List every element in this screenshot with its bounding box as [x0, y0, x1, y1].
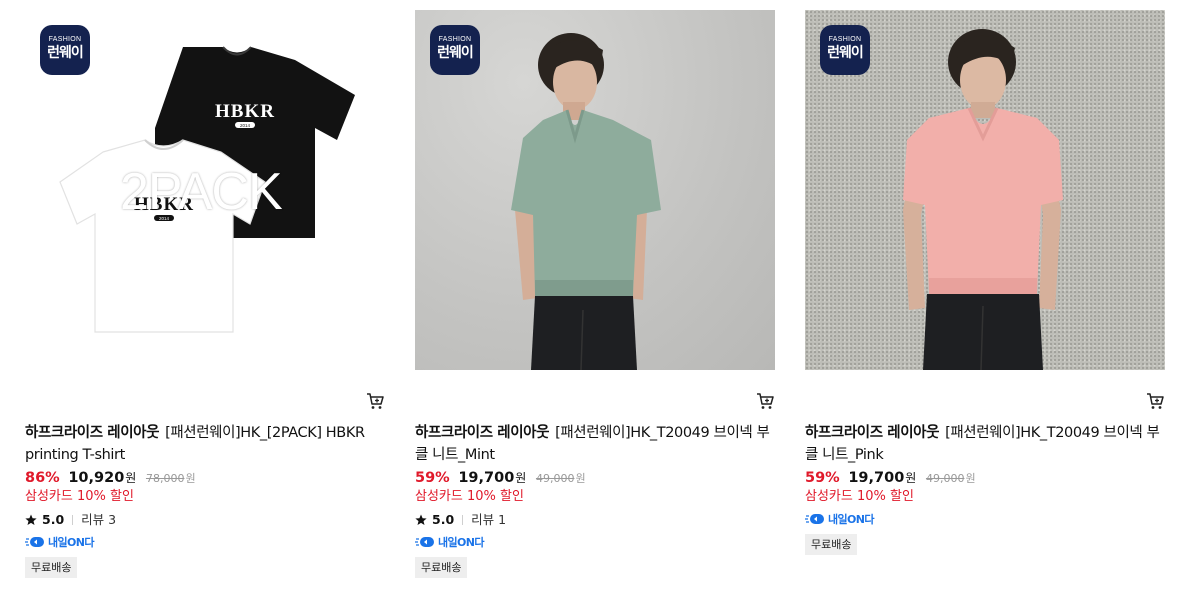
- discount-rate: 86%: [25, 470, 60, 486]
- product-card-3[interactable]: FASHION 런웨이 하프크라이즈 레이아웃 [패션런웨이]HK_T20049 …: [805, 10, 1165, 555]
- rating-score: 5.0: [42, 512, 65, 527]
- cart-icon[interactable]: [1145, 391, 1165, 411]
- sale-price-unit: 원: [125, 471, 137, 485]
- delivery-truck-icon: [415, 537, 434, 547]
- brand-name: 하프크라이즈 레이아웃: [415, 425, 550, 441]
- product-image[interactable]: HBKR 2014 HBKR 2014 2PACK FASHION 런웨이: [25, 10, 385, 370]
- sale-price-unit: 원: [515, 471, 527, 485]
- product-info: 하프크라이즈 레이아웃 [패션런웨이]HK_[2PACK] HBKR printi…: [25, 422, 385, 578]
- price-row: 59% 19,700원 49,000원: [805, 469, 1165, 487]
- free-shipping-badge: 무료배송: [805, 534, 858, 555]
- brand-name: 하프크라이즈 레이아웃: [805, 425, 940, 441]
- fashion-runway-badge: FASHION 런웨이: [430, 25, 480, 75]
- sale-price-unit: 원: [905, 471, 917, 485]
- product-title[interactable]: 하프크라이즈 레이아웃 [패션런웨이]HK_T20049 브이넥 부클 니트_Pi…: [805, 422, 1165, 466]
- original-price-unit: 원: [185, 472, 196, 485]
- card-promo: 삼성카드 10% 할인: [25, 489, 134, 504]
- sale-price: 10,920: [68, 470, 125, 486]
- sale-price: 19,700: [848, 470, 905, 486]
- divider: [462, 515, 464, 525]
- product-image[interactable]: FASHION 런웨이: [805, 10, 1165, 370]
- free-shipping-badge: 무료배송: [415, 557, 468, 578]
- price-row: 86% 10,920원 78,000원: [25, 469, 385, 487]
- cart-icon[interactable]: [365, 391, 385, 411]
- free-shipping-badge: 무료배송: [25, 557, 78, 578]
- rating-score: 5.0: [432, 512, 455, 527]
- image-overlay-text: 2PACK: [120, 163, 283, 221]
- delivery-tag: 내일ON다: [805, 512, 1165, 526]
- original-price: 78,000: [145, 472, 185, 485]
- product-image[interactable]: FASHION 런웨이: [415, 10, 775, 370]
- divider: [72, 515, 74, 525]
- price-row: 59% 19,700원 49,000원: [415, 469, 775, 487]
- card-promo: 삼성카드 10% 할인: [805, 489, 914, 504]
- print-text-back: HBKR: [215, 101, 275, 122]
- svg-text:2014: 2014: [240, 123, 251, 128]
- original-price: 49,000: [535, 472, 575, 485]
- product-title[interactable]: 하프크라이즈 레이아웃 [패션런웨이]HK_[2PACK] HBKR printi…: [25, 422, 385, 466]
- fashion-runway-badge: FASHION 런웨이: [40, 25, 90, 75]
- fashion-runway-badge: FASHION 런웨이: [820, 25, 870, 75]
- product-card-2[interactable]: FASHION 런웨이 하프크라이즈 레이아웃 [패션런웨이]HK_T20049 …: [415, 10, 775, 578]
- original-price: 49,000: [925, 472, 965, 485]
- brand-name: 하프크라이즈 레이아웃: [25, 425, 160, 441]
- delivery-truck-icon: [25, 537, 44, 547]
- star-icon: [415, 514, 427, 525]
- review-count[interactable]: 리뷰 3: [81, 511, 116, 529]
- review-count[interactable]: 리뷰 1: [471, 511, 506, 529]
- delivery-tag: 내일ON다: [415, 535, 775, 549]
- rating-row: 5.0 리뷰 1: [415, 511, 775, 529]
- product-card-1[interactable]: HBKR 2014 HBKR 2014 2PACK FASHION 런웨이 하프…: [25, 10, 385, 578]
- star-icon: [25, 514, 37, 525]
- discount-rate: 59%: [415, 470, 450, 486]
- rating-row: 5.0 리뷰 3: [25, 511, 385, 529]
- discount-rate: 59%: [805, 470, 840, 486]
- product-info: 하프크라이즈 레이아웃 [패션런웨이]HK_T20049 브이넥 부클 니트_Mi…: [415, 422, 775, 578]
- product-info: 하프크라이즈 레이아웃 [패션런웨이]HK_T20049 브이넥 부클 니트_Pi…: [805, 422, 1165, 555]
- cart-icon[interactable]: [755, 391, 775, 411]
- product-title[interactable]: 하프크라이즈 레이아웃 [패션런웨이]HK_T20049 브이넥 부클 니트_Mi…: [415, 422, 775, 466]
- delivery-truck-icon: [805, 514, 824, 524]
- original-price-unit: 원: [575, 472, 586, 485]
- card-promo: 삼성카드 10% 할인: [415, 489, 524, 504]
- delivery-tag: 내일ON다: [25, 535, 385, 549]
- sale-price: 19,700: [458, 470, 515, 486]
- original-price-unit: 원: [965, 472, 976, 485]
